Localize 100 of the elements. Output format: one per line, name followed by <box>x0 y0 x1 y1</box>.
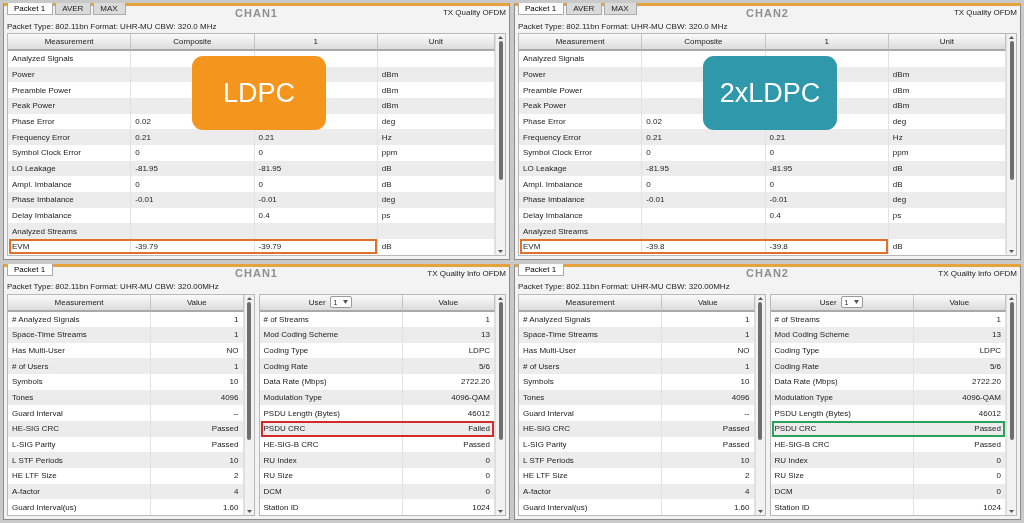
panel-title: TX Quality OFDM <box>442 8 506 17</box>
table-cell: dBm <box>892 69 910 79</box>
table-cell: 0 <box>485 455 490 465</box>
scroll-down-icon[interactable] <box>1009 510 1014 513</box>
tab[interactable]: Packet 1 <box>7 3 54 15</box>
scroll-down-icon[interactable] <box>246 510 252 513</box>
table-cell: 1 <box>234 361 239 371</box>
scrollbar[interactable] <box>243 294 254 515</box>
table-cell: Modulation Type <box>263 393 323 403</box>
packet-type-info: Packet Type: 802.11bn Format: UHR-MU CBW: 320.00MHz <box>7 281 220 293</box>
table-cell: 4 <box>234 487 239 496</box>
table-cell: EVM <box>12 242 30 252</box>
table-cell: # of Users <box>523 361 560 371</box>
scrollbar-thumb[interactable] <box>498 301 503 441</box>
scroll-up-icon[interactable] <box>757 296 763 300</box>
table-cell: L STF Periods <box>523 455 574 465</box>
table-cell: Symbol Clock Error <box>523 148 592 158</box>
scrollbar[interactable] <box>495 294 505 515</box>
table-cell: A-factor <box>12 487 40 496</box>
table-cell: deg <box>381 195 396 205</box>
scrollbar[interactable] <box>495 34 505 255</box>
table-cell: # Analyzed Signals <box>523 314 591 324</box>
caret-icon <box>343 300 349 304</box>
table-cell: Tones <box>523 393 545 403</box>
table-cell: A-factor <box>523 487 551 496</box>
tab[interactable]: AVER <box>55 3 92 15</box>
table-cell: 0.02 <box>646 116 662 126</box>
table-cell: 0 <box>485 471 490 481</box>
table-cell: 0 <box>996 471 1001 481</box>
table-cell: ps <box>381 210 391 220</box>
column-header: Composite <box>131 34 255 51</box>
table-cell: Analyzed Signals <box>523 54 585 64</box>
table-cell: Passed <box>211 440 239 450</box>
table-cell: Has Multi-User <box>12 346 65 356</box>
table-cell: Frequency Error <box>523 132 581 142</box>
table-cell: PSDU CRC <box>774 424 817 434</box>
table-cell: dBm <box>381 101 399 111</box>
table-cell: dB <box>892 179 903 189</box>
scroll-up-icon[interactable] <box>246 296 252 300</box>
table-cell: 10 <box>229 455 239 465</box>
table-cell: RU Size <box>263 471 293 481</box>
tab[interactable]: Packet 1 <box>7 263 54 276</box>
table-cell: Coding Type <box>774 346 820 356</box>
table-cell: Power <box>523 69 546 79</box>
scrollbar[interactable] <box>754 294 765 515</box>
table-cell: 0.21 <box>646 132 662 142</box>
scrollbar-thumb[interactable] <box>498 41 503 180</box>
table-cell: HE-SIG CRC <box>12 424 60 434</box>
table-cell: Symbols <box>523 377 554 387</box>
tab[interactable]: AVER <box>566 3 603 15</box>
table-cell: 1024 <box>472 502 490 512</box>
table-cell: Peak Power <box>523 101 567 111</box>
column-header: Value <box>662 294 755 312</box>
table-cell: ppm <box>892 148 909 158</box>
tab[interactable]: MAX <box>604 3 637 15</box>
table-cell: 4096 <box>731 393 750 403</box>
table-cell: HE-SIG-B CRC <box>263 440 319 450</box>
scrollbar[interactable] <box>1006 34 1016 255</box>
column-header: Value <box>151 294 244 312</box>
table-cell: 46012 <box>978 408 1001 418</box>
table-cell: -81.95 <box>646 163 669 173</box>
table-cell: HE LTF Size <box>12 471 57 481</box>
table-cell: dB <box>381 242 392 252</box>
scrollbar-thumb[interactable] <box>1009 301 1014 441</box>
table-cell: Tones <box>12 393 34 403</box>
column-header: Measurement <box>8 294 152 312</box>
table-cell: 0 <box>996 487 1001 496</box>
table-cell: 1 <box>745 314 750 324</box>
scroll-down-icon[interactable] <box>498 249 503 253</box>
channel-label: CHAN1 <box>235 6 278 19</box>
table-cell: 4096 <box>220 393 239 403</box>
channel-label: CHAN2 <box>746 6 789 19</box>
table-cell: 4096-QAM <box>451 393 490 403</box>
table-cell: 0 <box>769 179 775 189</box>
scrollbar-thumb[interactable] <box>1009 41 1014 180</box>
scroll-down-icon[interactable] <box>1009 249 1014 253</box>
scrollbar-thumb[interactable] <box>247 301 251 441</box>
table-cell: 46012 <box>467 408 490 418</box>
table-cell: -0.01 <box>258 195 277 205</box>
coding-badge: LDPC <box>192 56 326 130</box>
table-cell: 0.21 <box>769 132 786 142</box>
tab[interactable]: MAX <box>93 3 126 15</box>
table-cell: Failed <box>468 424 490 434</box>
scroll-up-icon[interactable] <box>498 36 503 39</box>
tab[interactable]: Packet 1 <box>518 3 565 15</box>
scrollbar[interactable] <box>1006 294 1016 515</box>
tab[interactable]: Packet 1 <box>518 263 565 276</box>
packet-type-info: Packet Type: 802.11bn Format: UHR-MU CBW: 320.00MHz <box>518 281 731 293</box>
table-cell: Peak Power <box>12 101 56 111</box>
table-cell: 0.4 <box>769 210 781 220</box>
table-cell: LDPC <box>468 346 490 356</box>
scroll-down-icon[interactable] <box>498 510 503 513</box>
table-cell: Phase Imbalance <box>12 195 74 205</box>
table-cell: dB <box>892 163 903 173</box>
table-cell: -81.95 <box>135 163 158 173</box>
table-cell: Delay Imbalance <box>12 210 72 220</box>
scrollbar-thumb[interactable] <box>758 301 762 441</box>
scroll-up-icon[interactable] <box>1009 36 1014 39</box>
scroll-down-icon[interactable] <box>757 510 763 513</box>
table-cell: Ampl. Imbalance <box>12 179 72 189</box>
